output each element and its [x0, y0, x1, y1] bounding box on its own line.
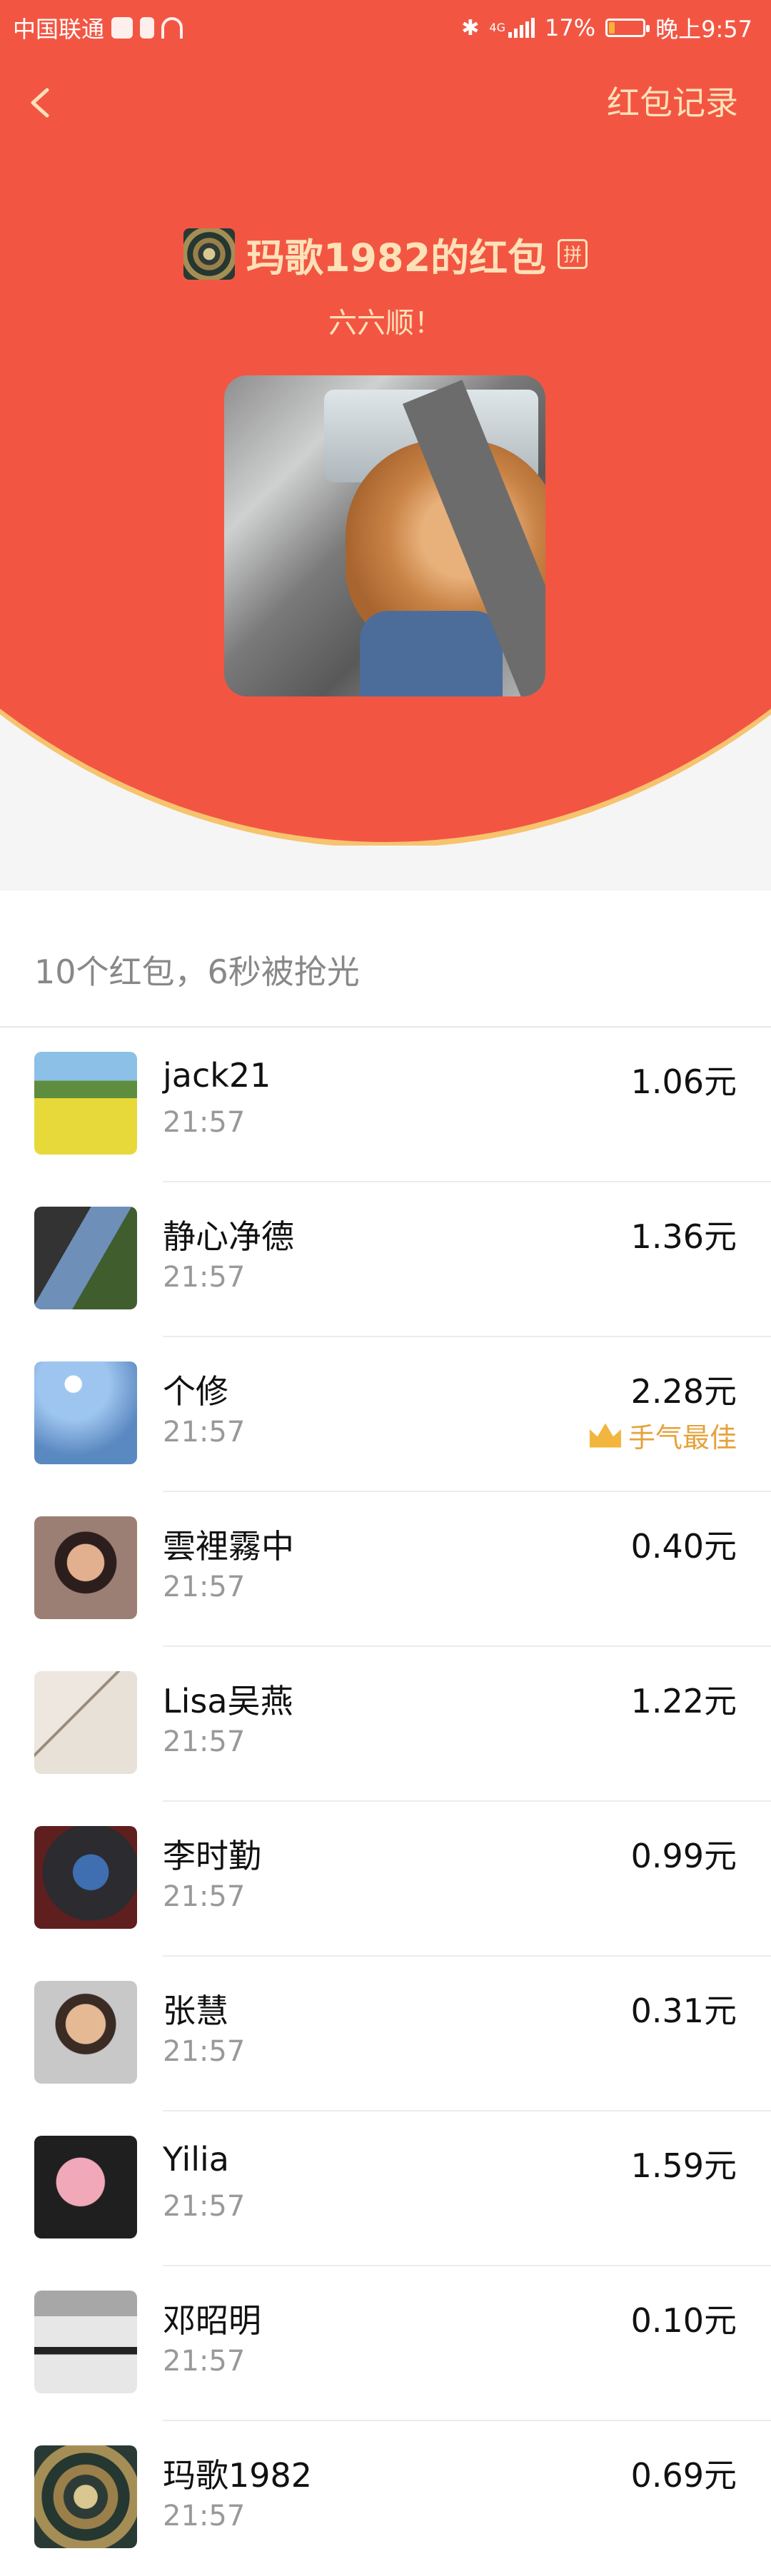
- avatar[interactable]: [34, 1207, 137, 1309]
- recipient-name: 李时勤: [163, 1837, 261, 1875]
- list-item[interactable]: Yilia 21:57 1.59元: [0, 2111, 771, 2266]
- battery-fill: [609, 22, 615, 34]
- crown-icon: [589, 1423, 621, 1448]
- wish-message: 六六顺！: [328, 307, 443, 340]
- receive-time: 21:57: [163, 2500, 246, 2532]
- back-button[interactable]: [26, 80, 57, 126]
- amount: 2.28元: [630, 1372, 737, 1411]
- clock: 晚上9:57: [655, 16, 752, 43]
- avatar[interactable]: [34, 2136, 137, 2238]
- battery-icon: [605, 19, 650, 37]
- recipient-name: Lisa吴燕: [163, 1682, 293, 1720]
- recipient-name: 玛歌1982: [163, 2456, 313, 2495]
- headphone-icon: [161, 17, 183, 39]
- receive-time: 21:57: [163, 2035, 246, 2068]
- avatar[interactable]: [34, 2291, 137, 2393]
- amount: 0.40元: [630, 1527, 737, 1566]
- best-luck-label: 手气最佳: [628, 1422, 737, 1454]
- amount: 0.69元: [630, 2456, 737, 2495]
- recipient-list: jack21 21:57 1.06元 静心净德 21:57 1.36元 个修 2…: [0, 1028, 771, 2576]
- status-bar: 中国联通 ✱ 4G 17% 晚上9:57: [0, 0, 771, 54]
- red-packet-photo[interactable]: [224, 375, 545, 696]
- amount: 1.22元: [630, 1682, 737, 1720]
- amount: 0.99元: [630, 1837, 737, 1875]
- list-item[interactable]: 张慧 21:57 0.31元: [0, 1957, 771, 2111]
- header: 中国联通 ✱ 4G 17% 晚上9:57 红包记录 玛歌1982的红包 拼 六六…: [0, 0, 771, 846]
- list-item[interactable]: 李时勤 21:57 0.99元: [0, 1802, 771, 1957]
- list-item[interactable]: jack21 21:57 1.06元: [0, 1028, 771, 1182]
- red-packet-records-link[interactable]: 红包记录: [607, 80, 738, 126]
- recipient-name: 个修: [163, 1372, 228, 1411]
- amount: 1.59元: [630, 2146, 737, 2185]
- avatar[interactable]: [34, 2445, 137, 2548]
- signal-icon: [508, 18, 535, 38]
- recipient-name: 张慧: [163, 1992, 228, 2030]
- list-item[interactable]: 雲裡霧中 21:57 0.40元: [0, 1492, 771, 1647]
- app-notification-icon: [111, 17, 133, 39]
- recipient-name: Yilia: [163, 2140, 229, 2179]
- receive-time: 21:57: [163, 2190, 246, 2223]
- receive-time: 21:57: [163, 1261, 246, 1294]
- amount: 0.10元: [630, 2301, 737, 2340]
- pin-badge: 拼: [558, 239, 588, 269]
- summary-text: 10个红包，6秒被抢光: [34, 953, 360, 991]
- carrier-label: 中国联通: [13, 16, 105, 43]
- recipient-name: 邓昭明: [163, 2301, 261, 2340]
- sender-avatar[interactable]: [183, 228, 235, 280]
- title-row: 玛歌1982的红包 拼: [0, 227, 771, 281]
- avatar[interactable]: [34, 1361, 137, 1464]
- photo-jeans: [360, 611, 503, 696]
- recipient-name: 雲裡霧中: [163, 1527, 294, 1566]
- chevron-left-icon: [31, 88, 49, 118]
- list-item[interactable]: 个修 21:57 2.28元 手气最佳: [0, 1337, 771, 1492]
- summary-bar: 10个红包，6秒被抢光: [0, 891, 771, 1028]
- page-title: 玛歌1982的红包: [246, 235, 547, 280]
- receive-time: 21:57: [163, 1880, 246, 1913]
- recipient-name: jack21: [163, 1056, 271, 1095]
- list-item[interactable]: Lisa吴燕 21:57 1.22元: [0, 1647, 771, 1802]
- list-item[interactable]: 邓昭明 21:57 0.10元: [0, 2266, 771, 2421]
- receive-time: 21:57: [163, 1725, 246, 1758]
- list-item[interactable]: 玛歌1982 21:57 0.69元: [0, 2421, 771, 2576]
- receive-time: 21:57: [163, 1571, 246, 1603]
- amount: 1.36元: [630, 1217, 737, 1256]
- list-item[interactable]: 静心净德 21:57 1.36元: [0, 1182, 771, 1337]
- network-type-label: 4G: [489, 21, 505, 34]
- avatar[interactable]: [34, 1671, 137, 1774]
- bluetooth-icon: ✱: [461, 15, 480, 41]
- best-luck-badge: 手气最佳: [589, 1416, 737, 1455]
- avatar[interactable]: [34, 1981, 137, 2084]
- receive-time: 21:57: [163, 1416, 246, 1449]
- battery-percent: 17%: [545, 14, 596, 41]
- recipient-name: 静心净德: [163, 1217, 294, 1256]
- avatar[interactable]: [34, 1516, 137, 1619]
- amount: 0.31元: [630, 1992, 737, 2030]
- avatar[interactable]: [34, 1826, 137, 1929]
- receive-time: 21:57: [163, 2345, 246, 2378]
- amount: 1.06元: [630, 1063, 737, 1101]
- receive-time: 21:57: [163, 1106, 246, 1139]
- avatar[interactable]: [34, 1052, 137, 1155]
- alert-icon: [140, 17, 155, 39]
